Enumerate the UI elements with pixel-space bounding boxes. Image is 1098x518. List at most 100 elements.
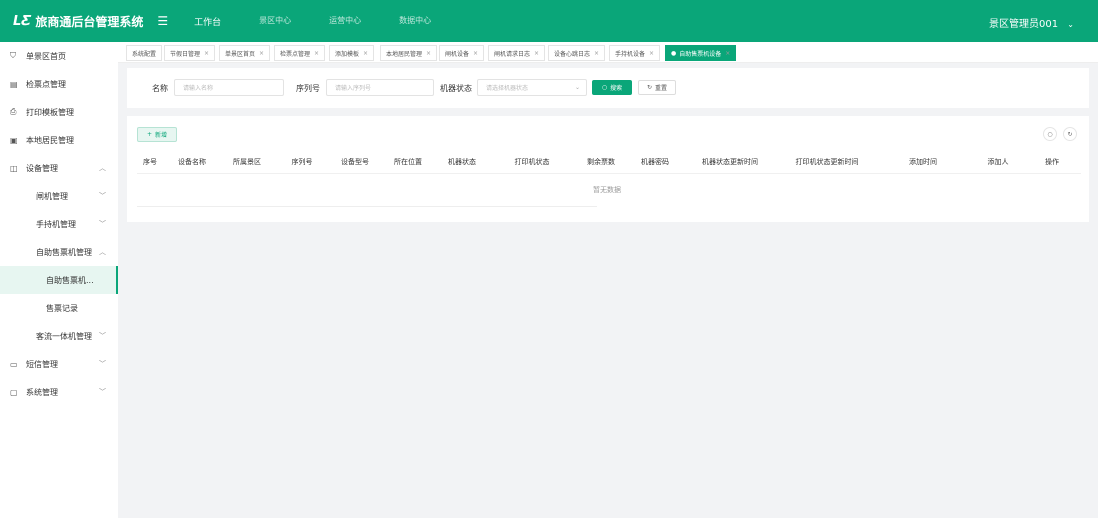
sidebar-item[interactable]: 手持机管理 ﹀	[0, 210, 118, 238]
ticket-icon: ▤	[10, 79, 18, 89]
tab-label: 节假日管理	[170, 50, 201, 58]
column-header: 机器密码	[641, 158, 669, 166]
sidebar-item[interactable]: 售票记录	[0, 294, 118, 322]
chevron-down-icon: ﹀	[99, 192, 106, 200]
column-header: 序列号	[291, 158, 313, 166]
column-header: 操作	[1045, 158, 1059, 166]
sidebar-item[interactable]: ▣ 本地居民管理	[0, 126, 118, 154]
device-icon: ◫	[10, 163, 18, 173]
sidebar-item-label: 自助售票机...	[46, 275, 94, 285]
sidebar-item[interactable]: 闸机管理 ﹀	[0, 182, 118, 210]
nav-item[interactable]: 景区中心	[259, 15, 291, 28]
tab[interactable]: 检票点管理 ×	[274, 45, 326, 61]
name-input[interactable]: 请输入名称	[174, 79, 284, 96]
sidebar-item[interactable]: ⛉ 单景区首页	[0, 42, 118, 70]
close-icon[interactable]: ×	[473, 50, 478, 57]
tab[interactable]: 设备心跳日志 ×	[548, 45, 606, 61]
column-header: 添加人	[987, 158, 1009, 166]
close-icon[interactable]: ×	[363, 50, 368, 57]
top-nav: 工作台 景区中心 运营中心 数据中心	[194, 15, 469, 28]
user-name: 景区管理员001	[989, 19, 1059, 30]
close-icon[interactable]: ×	[534, 50, 539, 57]
column-header: 所在位置	[394, 158, 422, 166]
tab[interactable]: 单景区首页 ×	[219, 45, 271, 61]
nav-item[interactable]: 运营中心	[329, 15, 361, 28]
serial-input[interactable]: 请输入序列号	[326, 79, 434, 96]
close-icon[interactable]: ×	[426, 50, 431, 57]
sidebar-item[interactable]: ▭ 短信管理 ﹀	[0, 350, 118, 378]
settings-icon: ▢	[10, 387, 18, 397]
close-icon[interactable]: ×	[649, 50, 654, 57]
close-icon[interactable]: ×	[204, 50, 209, 57]
tab-label: 单景区首页	[225, 50, 256, 58]
search-form: 名称 请输入名称 序列号 请输入序列号 机器状态 请选择机器状态 ⌄ ○ 搜索 ↻ 重…	[127, 68, 1089, 108]
search-icon: ○	[1047, 130, 1053, 138]
add-button[interactable]: + 新增	[137, 127, 177, 142]
tab-label: 闸机设备	[445, 50, 470, 58]
tab-label: 设备心跳日志	[554, 50, 591, 58]
sidebar-item[interactable]: ◫ 设备管理 ︿	[0, 154, 118, 182]
column-header: 机器状态	[448, 158, 476, 166]
sidebar-item-label: 本地居民管理	[26, 135, 74, 145]
reset-button-label: 重置	[655, 85, 668, 92]
sidebar-item-label: 手持机管理	[36, 219, 76, 229]
tab[interactable]: 系统配置	[126, 45, 163, 61]
search-toggle-button[interactable]: ○	[1043, 127, 1057, 141]
scrollbar[interactable]	[1089, 63, 1098, 518]
logo[interactable]: ⅬƸ 旅商通后台管理系统	[13, 13, 143, 30]
sidebar-item-label: 闸机管理	[36, 191, 68, 201]
status-placeholder: 请选择机器状态	[486, 85, 529, 92]
nav-item[interactable]: 工作台	[194, 15, 221, 28]
close-icon[interactable]: ×	[725, 50, 730, 57]
column-header: 添加时间	[909, 158, 937, 166]
shield-icon: ⛉	[10, 51, 16, 60]
tab[interactable]: ● 自助售票机设备 ×	[665, 45, 737, 61]
reset-button[interactable]: ↻ 重置	[638, 80, 676, 95]
name-label: 名称	[152, 84, 168, 93]
chevron-up-icon: ︿	[99, 248, 106, 256]
column-header: 序号	[143, 158, 157, 166]
sidebar-item[interactable]: ⎙ 打印模板管理	[0, 98, 118, 126]
column-header: 打印机状态	[514, 158, 550, 166]
sidebar-item-label: 设备管理	[26, 163, 58, 173]
tab-label: 检票点管理	[280, 50, 311, 58]
sidebar-item[interactable]: ▢ 系统管理 ﹀	[0, 378, 118, 406]
user-menu[interactable]: 景区管理员001 ⌄	[989, 15, 1074, 30]
sidebar-item[interactable]: ▤ 检票点管理	[0, 70, 118, 98]
column-header: 所属景区	[233, 158, 261, 166]
close-icon[interactable]: ×	[259, 50, 264, 57]
tab[interactable]: 闸机设备 ×	[439, 45, 485, 61]
sidebar-item[interactable]: 自助售票机...	[0, 266, 118, 294]
nav-item[interactable]: 数据中心	[399, 15, 431, 28]
message-icon: ▭	[10, 359, 18, 369]
tabs-bar: 系统配置 节假日管理 × 单景区首页 × 检票点管理 × 添加模板 × 本地居民管理 × 闸机设备 × 闸…	[118, 42, 1098, 63]
chevron-down-icon: ﹀	[99, 388, 106, 396]
tab[interactable]: 手持机设备 ×	[609, 45, 661, 61]
tab[interactable]: 闸机请求日志 ×	[488, 45, 546, 61]
tab[interactable]: 节假日管理 ×	[164, 45, 216, 61]
sidebar-item-label: 打印模板管理	[26, 107, 74, 117]
top-header: ⅬƸ 旅商通后台管理系统 ☰ 工作台 景区中心 运营中心 数据中心 景区管理员001 ⌄	[0, 0, 1098, 42]
chevron-down-icon: ﹀	[99, 220, 106, 228]
sidebar-item[interactable]: 客流一体机管理 ﹀	[0, 322, 118, 350]
search-button[interactable]: ○ 搜索	[592, 80, 632, 95]
menu-fold-icon[interactable]: ☰	[157, 14, 168, 28]
tab[interactable]: 添加模板 ×	[329, 45, 375, 61]
close-icon[interactable]: ×	[314, 50, 319, 57]
table-header-divider	[137, 173, 1081, 174]
sidebar-item-label: 客流一体机管理	[36, 331, 92, 341]
tab[interactable]: 本地居民管理 ×	[380, 45, 438, 61]
tab-label: 手持机设备	[615, 50, 646, 58]
tab-label: 本地居民管理	[386, 50, 423, 58]
refresh-button[interactable]: ↻	[1063, 127, 1077, 141]
close-icon[interactable]: ×	[594, 50, 599, 57]
status-select[interactable]: 请选择机器状态 ⌄	[477, 79, 587, 96]
sidebar-item-label: 短信管理	[26, 359, 58, 369]
table-card: + 新增 ○ ↻ 暂无数据	[127, 116, 1089, 222]
column-header: 设备名称	[178, 158, 206, 166]
serial-label: 序列号	[296, 84, 320, 93]
app-title: 旅商通后台管理系统	[35, 14, 144, 29]
sidebar-item-label: 检票点管理	[26, 79, 66, 89]
active-dot-icon: ●	[671, 49, 677, 57]
sidebar-item[interactable]: 自助售票机管理 ︿	[0, 238, 118, 266]
